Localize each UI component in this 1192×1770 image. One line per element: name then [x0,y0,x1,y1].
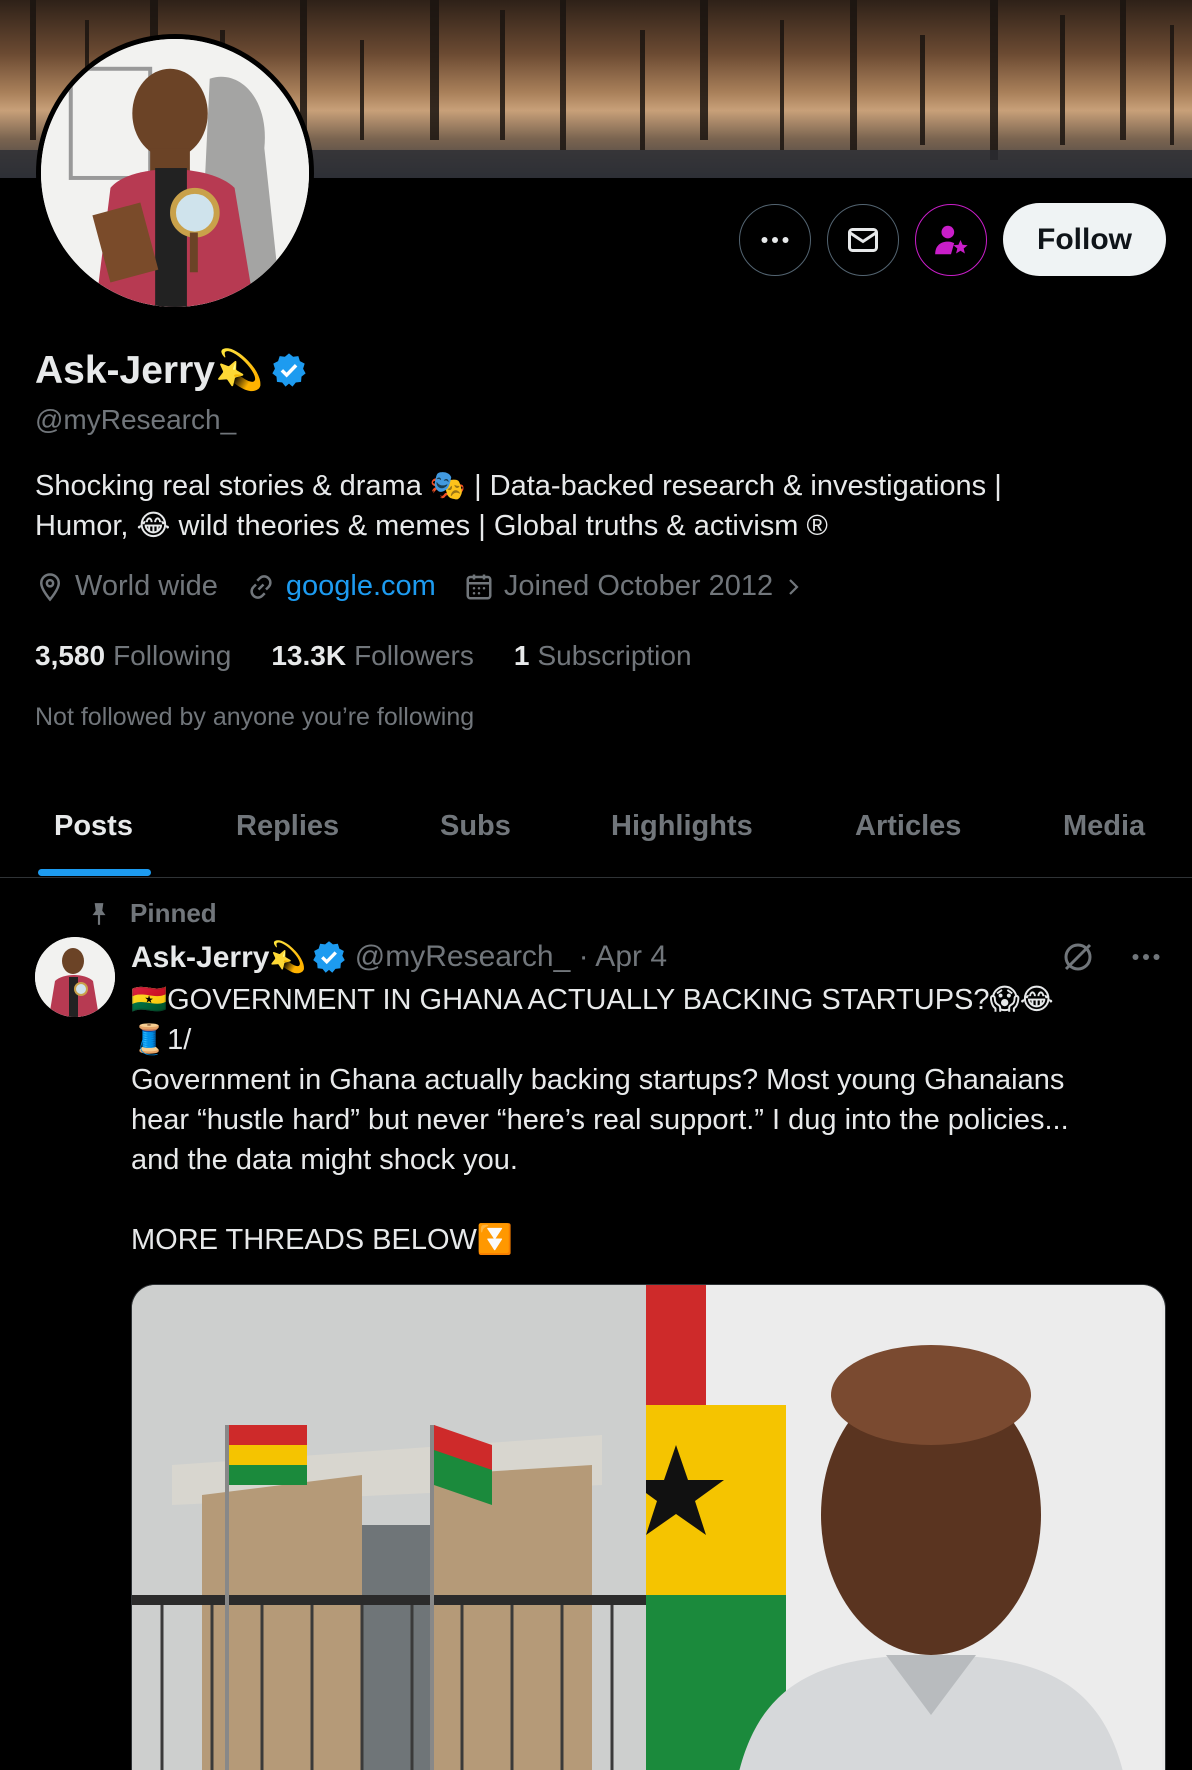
portrait-photo [628,1285,1162,1770]
post-body: 🇬🇭GOVERNMENT IN GHANA ACTUALLY BACKING S… [131,980,1171,1260]
display-name: Ask-Jerry💫 [35,349,264,392]
post-author-avatar[interactable] [35,937,115,1017]
subscriptions-stat[interactable]: 1 Subscription [514,640,692,672]
bio-line: Shocking real stories & drama 🎭 | Data-b… [35,470,1002,502]
display-name-row: Ask-Jerry💫 [35,347,308,393]
avatar-illustration [35,937,115,1017]
location-text: World wide [75,570,218,602]
profile-avatar[interactable] [36,34,314,312]
post-actions [1060,939,1164,975]
profile-tabs: Posts Replies Subs Highlights Articles M… [0,790,1192,878]
joined-text: Joined October 2012 [503,570,774,602]
profile-meta: World wide google.com Joined October 201… [35,570,833,603]
follow-button[interactable]: Follow [1003,203,1166,276]
followers-stat[interactable]: 13.3K Followers [271,640,474,672]
subscriptions-count: 1 [513,640,530,671]
mutual-followers-note: Not followed by anyone you’re following [35,703,475,731]
chevron-right-icon [789,578,799,595]
tab-highlights[interactable]: Highlights [611,810,753,843]
media-image-building[interactable] [132,1285,646,1770]
person-star-icon [935,225,968,255]
message-button[interactable] [827,204,899,276]
envelope-icon [848,228,878,252]
post-media[interactable] [131,1284,1166,1770]
post-text-line: MORE THREADS BELOW⏬ [131,1224,514,1256]
pin-icon [92,902,106,925]
media-image-portrait[interactable] [628,1285,1165,1770]
following-label: Following [113,640,232,671]
building-photo [132,1285,646,1770]
tab-media[interactable]: Media [1063,810,1145,843]
pinned-label: Pinned [130,898,217,928]
followers-label: Followers [354,640,474,671]
followers-count: 13.3K [271,640,347,671]
subscriptions-label: Subscription [537,640,692,671]
location-pin-icon [39,572,61,601]
joined-item[interactable]: Joined October 2012 [464,570,805,603]
profile-handle: @myResearch_ [35,404,237,435]
post-header: Ask-Jerry💫 @myResearch_ · Apr 4 [131,937,667,977]
website-link[interactable]: google.com [286,570,436,603]
post-author-name[interactable]: Ask-Jerry💫 [131,940,307,975]
link-icon [250,574,272,599]
post-text-line: 🇬🇭GOVERNMENT IN GHANA ACTUALLY BACKING S… [131,984,1054,1016]
verified-badge-icon[interactable] [311,939,347,975]
post-text-line: Government in Ghana actually backing sta… [131,1064,1065,1096]
grok-icon[interactable] [1060,939,1096,975]
post-text-line: hear “hustle hard” but never “here’s rea… [131,1104,1069,1136]
more-icon [761,237,789,243]
bio-line: Humor, 😂 wild theories & memes | Global … [35,510,828,542]
more-icon[interactable] [1128,939,1164,975]
tab-articles[interactable]: Articles [855,810,961,843]
active-tab-indicator [38,869,151,876]
profile-stats: 3,580 Following 13.3K Followers 1 Subscript… [35,640,732,672]
verified-badge-icon[interactable] [270,351,308,389]
tab-subs[interactable]: Subs [440,810,511,843]
avatar-illustration [41,39,309,307]
following-stat[interactable]: 3,580 Following [35,640,231,672]
location-item: World wide [35,570,218,603]
tab-posts[interactable]: Posts [54,810,133,843]
post-text-line: 🧵1/ [131,1024,192,1056]
more-options-button[interactable] [739,204,811,276]
following-count: 3,580 [35,640,106,671]
post-handle-date[interactable]: @myResearch_ · Apr 4 [355,940,667,974]
post-text-line: and the data might shock you. [131,1144,518,1176]
website-item: google.com [246,570,436,603]
calendar-icon [466,574,492,599]
pinned-label-row: Pinned [86,898,217,929]
profile-bio: Shocking real stories & drama 🎭 | Data-b… [35,466,1155,546]
subscribe-button[interactable] [915,204,987,276]
tab-replies[interactable]: Replies [236,810,339,843]
